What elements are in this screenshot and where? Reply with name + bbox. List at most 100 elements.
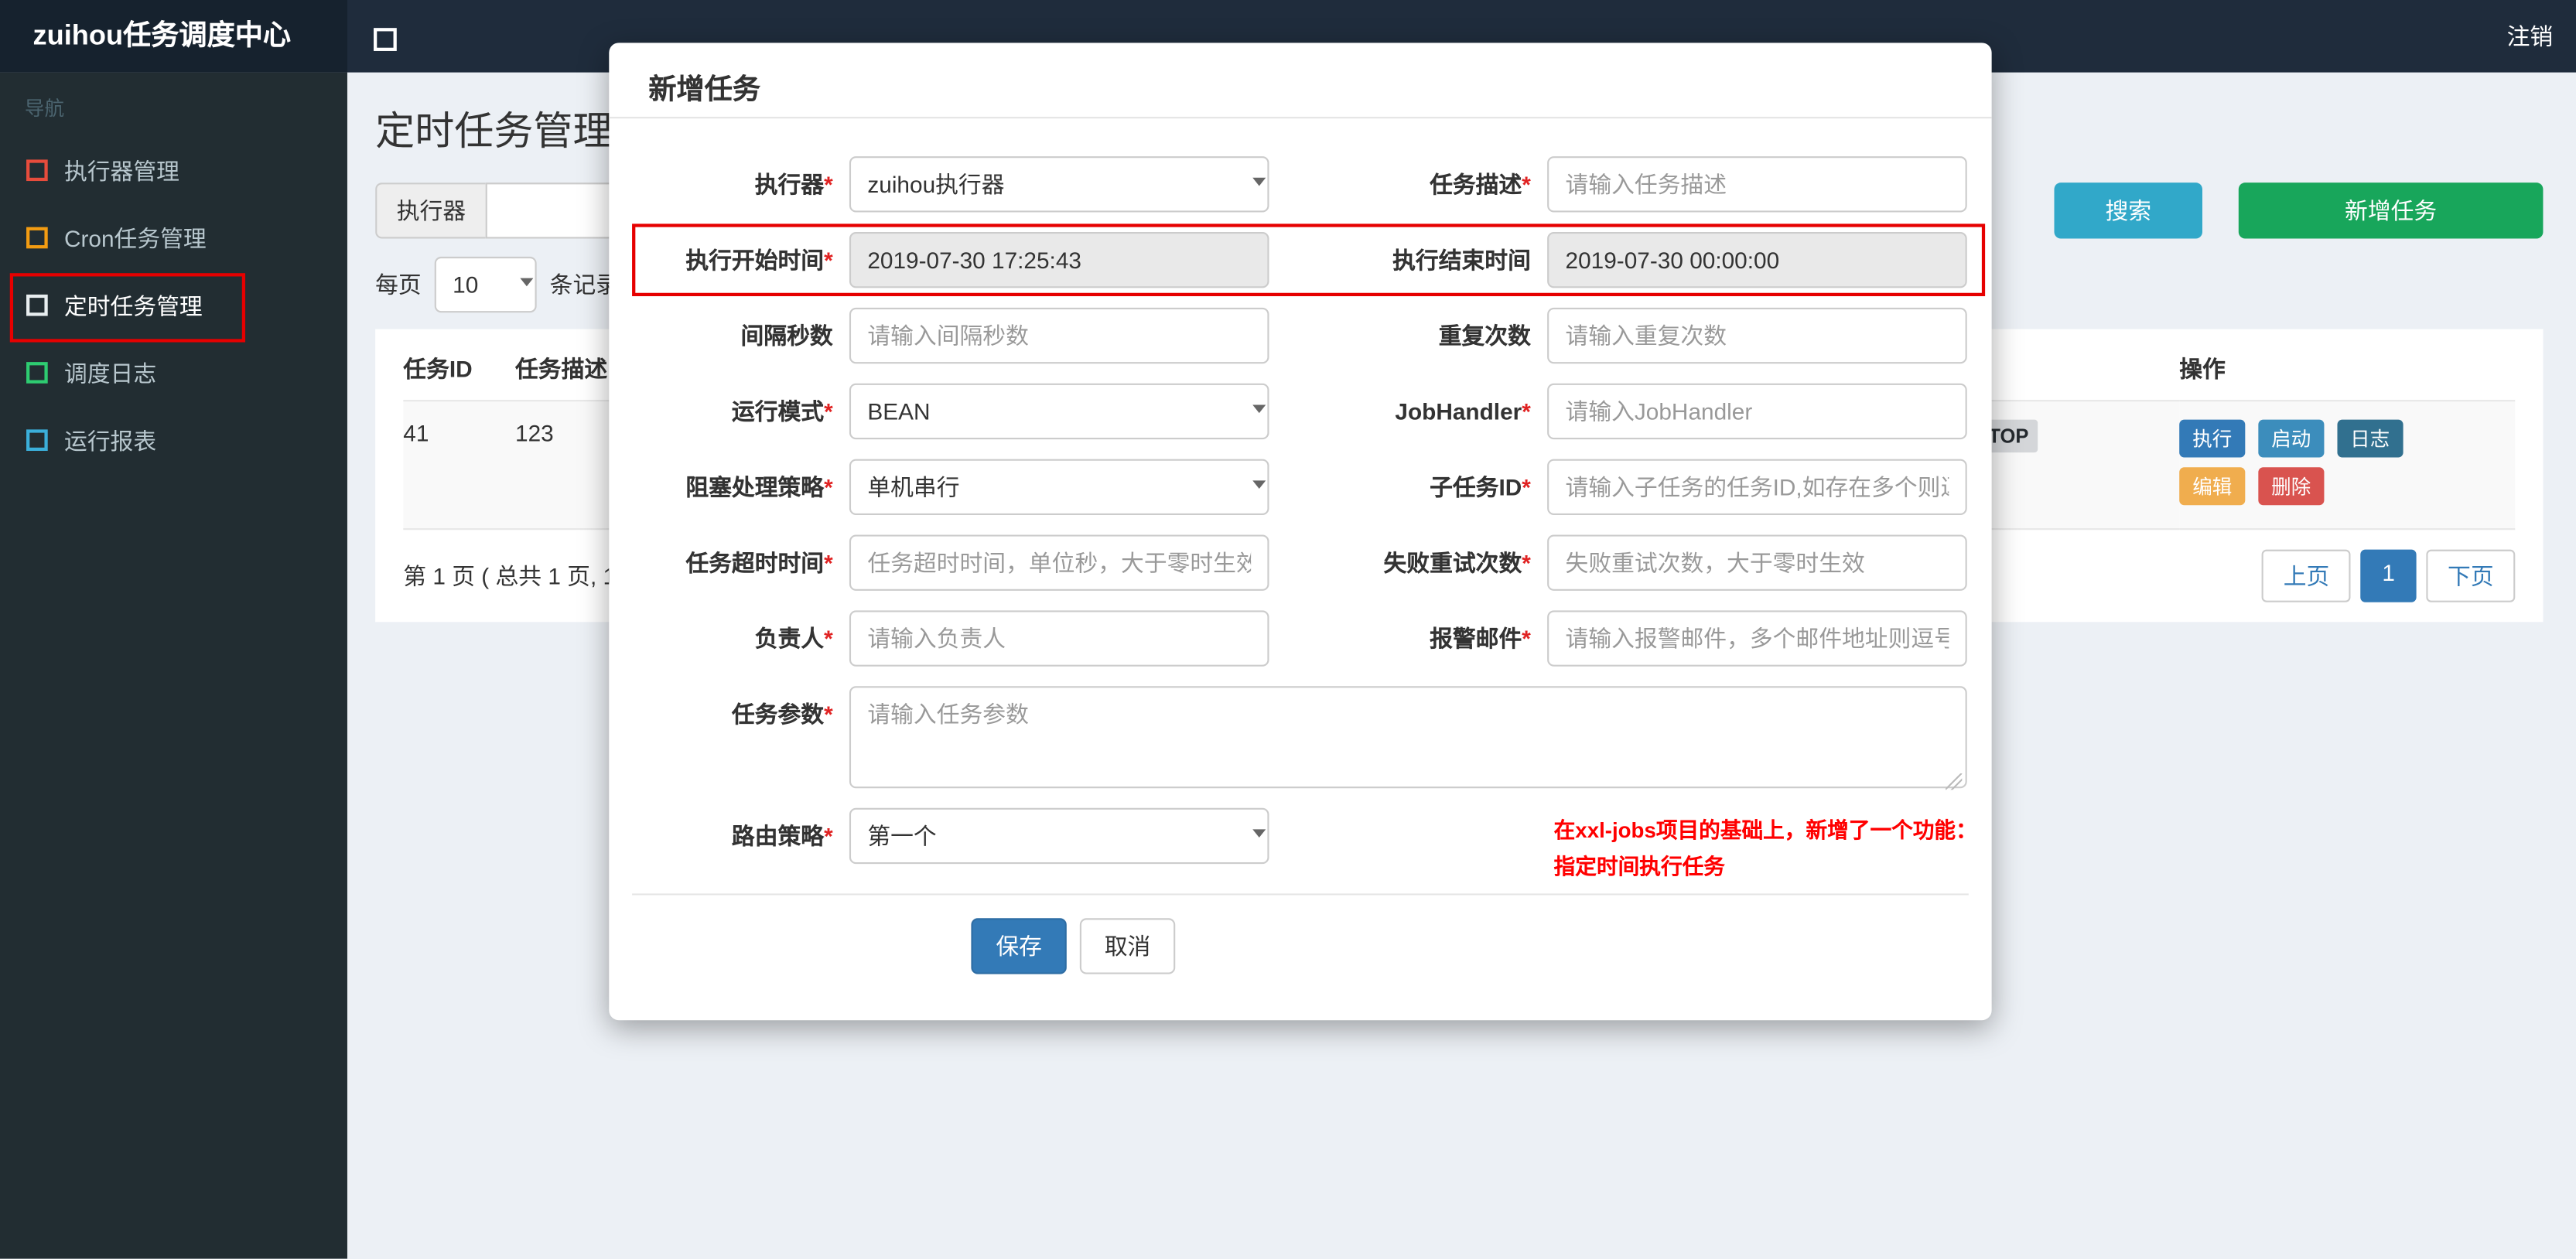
log-button[interactable]: 日志 [2337,419,2403,458]
select-stepper-icon [1239,400,1266,438]
sidebar: 导航 执行器管理 Cron任务管理 定时任务管理 调度日志 运行报表 [0,72,347,1259]
job-desc-label: 任务描述* [1430,171,1531,198]
cell-job-id: 41 [403,401,516,531]
retry-input[interactable] [1547,534,1967,591]
square-icon [26,227,48,249]
required-asterisk: * [824,397,833,425]
prev-page-button[interactable]: 上页 [2262,549,2351,602]
form-row-timeout-retry: 任务超时时间* 失败重试次数* [609,534,1991,591]
required-asterisk: * [824,701,833,728]
col-header-actions: 操作 [2179,336,2516,402]
pagination-buttons: 上页 1 下页 [2262,549,2516,602]
sidebar-item-label: 运行报表 [63,427,157,454]
per-page-label: 每页 [375,271,422,299]
select-stepper-icon [1239,824,1266,862]
child-job-input[interactable] [1547,459,1967,516]
page-1-button[interactable]: 1 [2360,549,2417,602]
start-button[interactable]: 启动 [2258,419,2325,458]
select-stepper-icon [1239,172,1266,211]
required-asterisk: * [1522,397,1531,425]
col-header-job-id[interactable]: 任务ID [403,336,516,402]
form-row-job-param: 任务参数* [609,686,1991,790]
repeat-input[interactable] [1547,307,1967,364]
alarm-email-label: 报警邮件* [1430,625,1531,652]
owner-input[interactable] [849,610,1269,667]
edit-button[interactable]: 编辑 [2179,467,2246,506]
start-time-input[interactable] [849,232,1269,288]
form-row-runmode-handler: 运行模式* BEAN JobHandler* [609,383,1991,440]
select-stepper-icon [507,273,534,312]
save-button[interactable]: 保存 [971,918,1067,974]
child-job-label: 子任务ID* [1430,473,1531,500]
required-asterisk: * [824,822,833,849]
executor-label: 执行器* [754,171,833,198]
sidebar-item-label: 执行器管理 [63,157,179,184]
retry-label: 失败重试次数* [1383,549,1531,576]
end-time-input[interactable] [1547,232,1967,288]
cell-actions: 执行 启动 日志 编辑 删除 [2179,401,2516,531]
interval-label: 间隔秒数 [740,322,833,350]
required-asterisk: * [1522,625,1531,652]
logout-link[interactable]: 注销 [2494,0,2567,73]
cancel-button[interactable]: 取消 [1079,918,1176,974]
required-asterisk: * [1522,171,1531,198]
form-row-executor-desc: 执行器* zuihou执行器 任务描述* [609,156,1991,213]
next-page-button[interactable]: 下页 [2426,549,2516,602]
timeout-label: 任务超时时间* [685,549,833,576]
start-time-label: 执行开始时间* [685,247,833,274]
resize-handle-icon[interactable] [1946,773,1963,790]
repeat-label: 重复次数 [1438,322,1531,350]
owner-label: 负责人* [754,625,833,652]
per-page-value: 10 [453,271,479,299]
job-desc-input[interactable] [1547,156,1967,213]
job-handler-label: JobHandler* [1395,397,1531,425]
required-asterisk: * [824,549,833,576]
search-button[interactable]: 搜索 [2054,183,2202,239]
executor-filter-label: 执行器 [375,183,486,239]
job-param-label: 任务参数* [731,701,833,728]
delete-button[interactable]: 删除 [2258,467,2325,506]
modal-footer: 保存 取消 [609,896,1991,974]
sidebar-item-timed-job-manage[interactable]: 定时任务管理 [0,271,347,339]
required-asterisk: * [824,625,833,652]
square-icon [26,362,48,384]
square-icon [26,159,48,182]
select-stepper-icon [1239,476,1266,513]
form-row-interval-repeat: 间隔秒数 重复次数 [609,307,1991,364]
required-asterisk: * [824,171,833,198]
run-mode-select[interactable]: BEAN [849,383,1269,440]
square-icon [26,429,48,452]
required-asterisk: * [824,247,833,274]
sidebar-item-cron-manage[interactable]: Cron任务管理 [0,204,347,271]
run-mode-select-value: BEAN [867,397,931,425]
sidebar-menu: 执行器管理 Cron任务管理 定时任务管理 调度日志 运行报表 [0,137,347,474]
alarm-email-input[interactable] [1547,610,1967,667]
sidebar-item-schedule-log[interactable]: 调度日志 [0,339,347,406]
executor-select[interactable]: zuihou执行器 [849,156,1269,213]
job-handler-input[interactable] [1547,383,1967,440]
form-row-block-childjob: 阻塞处理策略* 单机串行 子任务ID* [609,459,1991,516]
end-time-label: 执行结束时间 [1392,247,1531,274]
executor-select-value: zuihou执行器 [867,171,1005,198]
sidebar-item-executor-manage[interactable]: 执行器管理 [0,137,347,204]
square-icon [26,294,48,316]
sidebar-item-run-report[interactable]: 运行报表 [0,407,347,474]
route-strategy-select-value: 第一个 [867,822,937,849]
app-brand[interactable]: zuihou任务调度中心 [0,0,347,73]
route-strategy-label: 路由策略* [731,822,833,849]
sidebar-item-label: 调度日志 [63,359,157,386]
sidebar-item-label: 定时任务管理 [63,292,203,319]
sidebar-toggle-icon[interactable] [374,28,397,51]
app-root: zuihou任务调度中心 注销 导航 执行器管理 Cron任务管理 定时任务管理… [0,0,2576,1259]
job-param-textarea[interactable] [849,686,1967,789]
per-page-select[interactable]: 10 [434,256,537,313]
block-strategy-select[interactable]: 单机串行 [849,459,1269,516]
timeout-input[interactable] [849,534,1269,591]
route-strategy-select[interactable]: 第一个 [849,807,1269,865]
required-asterisk: * [824,473,833,500]
feature-note-line1: 在xxl-jobs项目的基础上，新增了一个功能： [1553,817,1977,843]
interval-input[interactable] [849,307,1269,364]
form-row-times: 执行开始时间* 执行结束时间 [609,232,1991,288]
execute-button[interactable]: 执行 [2179,419,2246,458]
add-job-button[interactable]: 新增任务 [2238,183,2544,239]
